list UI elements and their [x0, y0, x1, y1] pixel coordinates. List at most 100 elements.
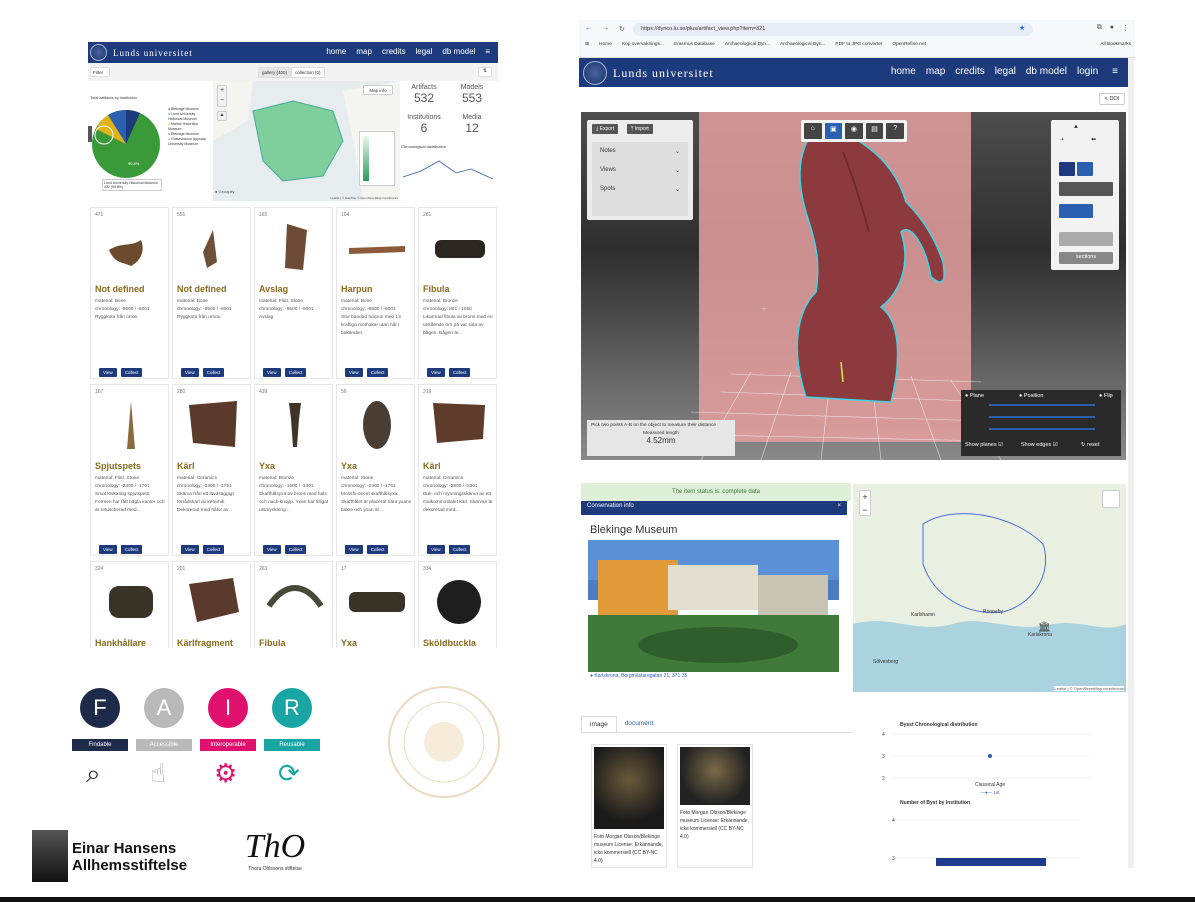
close-icon[interactable]: × [837, 503, 841, 509]
nav-map[interactable]: map [356, 47, 372, 56]
slider-z[interactable] [989, 428, 1095, 430]
apps-icon[interactable]: ⊞ [585, 42, 589, 47]
bookmark[interactable]: OpenRefine.net [892, 42, 926, 47]
view-button[interactable]: View [181, 545, 199, 554]
left-map[interactable]: + − ▲ Map info ● Geoapify Leaflet | © Map… [213, 81, 400, 201]
bookmark[interactable]: PDF to JPG converter [835, 42, 882, 47]
artifact-card[interactable]: 167 Spjutspets material: Flint, Stone chron… [90, 384, 169, 556]
view-button[interactable]: View [99, 545, 117, 554]
grid-icon[interactable] [1059, 204, 1093, 218]
view-button[interactable]: View [427, 368, 445, 377]
home-view-icon[interactable]: ⌂ [804, 123, 822, 139]
artifact-card[interactable]: 280 Kärl material: Ceramics chronology: -23… [172, 384, 251, 556]
nav-credits[interactable]: credits [955, 66, 984, 77]
bookmark[interactable]: Archaeological Dyn... [725, 42, 770, 47]
card-title[interactable]: Sköldbuckla [423, 638, 476, 648]
view-button[interactable]: View [427, 545, 445, 554]
artifact-card[interactable]: 263 Fibula [254, 561, 333, 648]
nav-legal[interactable]: legal [995, 66, 1016, 77]
nav-home[interactable]: home [326, 47, 346, 56]
camera-icon[interactable]: ◉ [845, 123, 863, 139]
view-button[interactable]: View [345, 368, 363, 377]
tab-image[interactable]: image [581, 716, 617, 732]
artifact-card[interactable]: 439 Yxa material: Bronze chronology: -1500 … [254, 384, 333, 556]
view-button[interactable]: View [181, 368, 199, 377]
card-title[interactable]: Yxa [341, 638, 357, 648]
layers-icon[interactable] [1102, 490, 1120, 508]
panel-icon[interactable]: ▤ [865, 123, 884, 139]
star-icon[interactable]: ★ [1019, 24, 1025, 32]
card-title[interactable]: Yxa [341, 461, 357, 471]
collect-button[interactable]: Collect [120, 545, 143, 554]
zoom-control[interactable]: + − [217, 85, 227, 107]
profile-icon[interactable]: ● [1110, 24, 1114, 32]
spots-item[interactable]: Spots ⌄ [592, 180, 688, 199]
artifact-card[interactable]: 281 Fibula material: Bronze chronology: 801… [418, 207, 497, 379]
collect-button[interactable]: Collect [284, 545, 307, 554]
left-arrow-icon[interactable]: ➝ [1059, 136, 1064, 143]
card-title[interactable]: Hankhållare [95, 638, 146, 648]
media-card[interactable]: Foto Morgan Olsson/Blekinge museum Licen… [677, 744, 753, 868]
light-icon[interactable] [1059, 162, 1075, 176]
card-title[interactable]: Kärlfragment [177, 638, 233, 648]
bookmark[interactable]: Archaeological Dyn... [780, 42, 825, 47]
filter-select[interactable]: Filter [90, 67, 110, 77]
artifact-card[interactable]: 56 Yxa material: Stone chronology: -2300 / … [336, 384, 415, 556]
hamburger-icon[interactable]: ≡ [485, 47, 490, 56]
map-info-button[interactable]: Map info [363, 85, 393, 95]
pin-icon[interactable] [1077, 162, 1093, 176]
view-button[interactable]: View [263, 368, 281, 377]
card-title[interactable]: Not defined [95, 284, 145, 294]
export-button[interactable]: ⤓ Export [592, 124, 619, 134]
pie-scroll-handle[interactable] [88, 126, 92, 142]
locate-icon[interactable]: ▲ [217, 111, 227, 121]
bookmark[interactable]: Erasmus Database [674, 42, 715, 47]
card-title[interactable]: Not defined [177, 284, 227, 294]
collect-button[interactable]: Collect [366, 545, 389, 554]
collect-button[interactable]: Collect [284, 368, 307, 377]
back-icon[interactable]: ← [585, 25, 592, 33]
right-arrow-icon[interactable]: ⬅ [1091, 136, 1096, 143]
card-title[interactable]: Spjutspets [95, 461, 141, 471]
view-button[interactable]: View [99, 368, 117, 377]
reload-icon[interactable]: ↻ [619, 25, 625, 33]
nav-login[interactable]: login [1077, 66, 1098, 77]
artifact-card[interactable]: 324 Hankhållare [90, 561, 169, 648]
3d-viewer[interactable]: + ⌂ ▣ ◉ ▤ ? ⤓ Export ⤒ Import Notes ⌄ Vie… [581, 112, 1126, 460]
collect-button[interactable]: Collect [448, 545, 471, 554]
bookmark[interactable]: Home [599, 42, 612, 47]
presentation-icon[interactable]: ▣ [824, 123, 843, 139]
artifact-card[interactable]: 17 Yxa [336, 561, 415, 648]
nav-legal[interactable]: legal [416, 47, 433, 56]
views-item[interactable]: Views ⌄ [592, 161, 688, 180]
card-title[interactable]: Harpun [341, 284, 373, 294]
collection-tab[interactable]: collection (0) [291, 67, 325, 78]
artifact-card[interactable]: 334 Sköldbuckla [418, 561, 497, 648]
artifact-card[interactable]: 165 Avslag material: Flint, Stone chronolog… [254, 207, 333, 379]
museum-address[interactable]: ● Karlskrona, Borgmästaregatan 21, 371 3… [590, 673, 687, 679]
collect-button[interactable]: Collect [120, 368, 143, 377]
all-bookmarks[interactable]: All Bookmarks [1100, 42, 1131, 47]
artifact-card[interactable]: 219 Kärl material: Ceramics chronology: -28… [418, 384, 497, 556]
card-title[interactable]: Fibula [259, 638, 286, 648]
slider-y[interactable] [989, 416, 1095, 418]
nav-credits[interactable]: credits [382, 47, 406, 56]
help-icon[interactable]: ? [886, 123, 904, 139]
menu-dots-icon[interactable]: ⋮ [1122, 24, 1129, 32]
page-scrollbar[interactable] [1128, 58, 1134, 868]
location-map[interactable]: + − Karlshamn Ronneby Karlskrona Sölvesbo… [853, 484, 1126, 692]
view-button[interactable]: View [263, 545, 281, 554]
doi-button[interactable]: < DOI [1099, 93, 1125, 105]
notes-item[interactable]: Notes ⌄ [592, 142, 688, 161]
media-card[interactable]: Foto Morgan Olsson/Blekinge museum Licen… [591, 744, 667, 868]
forward-icon[interactable]: → [602, 25, 609, 33]
collect-button[interactable]: Collect [448, 368, 471, 377]
gallery-tab[interactable]: gallery (400) [258, 67, 292, 78]
card-title[interactable]: Yxa [259, 461, 275, 471]
artifact-card[interactable]: 551 Not defined material: Bone chronology: … [172, 207, 251, 379]
sort-select[interactable]: ⇅ [478, 67, 492, 77]
card-title[interactable]: Avslag [259, 284, 288, 294]
artifact-card[interactable]: 471 Not defined material: Bone chronology: … [90, 207, 169, 379]
card-title[interactable]: Kärl [177, 461, 195, 471]
shading-icons[interactable] [1059, 182, 1113, 196]
